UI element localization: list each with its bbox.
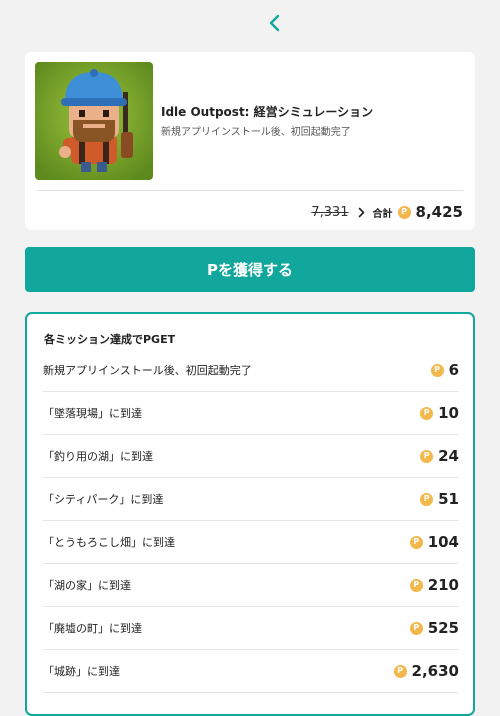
mission-row: 「城跡」に到達 P 2,630 bbox=[43, 650, 459, 693]
mission-name: 「廃墟の町」に到達 bbox=[43, 622, 142, 635]
mission-row: 「湖の家」に到達 P 210 bbox=[43, 564, 459, 607]
top-bar bbox=[0, 0, 500, 48]
mission-points: 104 bbox=[427, 533, 459, 551]
point-coin-icon: P bbox=[420, 406, 434, 420]
mission-reward: P 6 bbox=[430, 361, 459, 379]
mission-points: 525 bbox=[427, 619, 459, 637]
mission-reward: P 525 bbox=[409, 619, 459, 637]
app-title: Idle Outpost: 経営シミュレーション bbox=[161, 105, 374, 119]
point-coin-icon: P bbox=[393, 664, 407, 678]
point-coin-icon: P bbox=[420, 492, 434, 506]
mission-reward: P 10 bbox=[420, 404, 459, 422]
back-button[interactable] bbox=[262, 10, 288, 36]
mission-name: 「釣り用の湖」に到達 bbox=[43, 450, 153, 463]
mission-points: 10 bbox=[438, 404, 459, 422]
mission-points: 6 bbox=[448, 361, 459, 379]
mission-reward: P 104 bbox=[409, 533, 459, 551]
missions-header: 各ミッション達成でPGET bbox=[44, 333, 176, 346]
mission-name: 「城跡」に到達 bbox=[43, 665, 120, 678]
mission-points: 51 bbox=[438, 490, 459, 508]
mission-list: 新規アプリインストール後、初回起動完了 P 6 「墜落現場」に到達 P 10 「… bbox=[43, 349, 459, 693]
app-card: Idle Outpost: 経営シミュレーション 新規アプリインストール後、初回… bbox=[25, 52, 475, 230]
mission-points: 2,630 bbox=[411, 662, 459, 680]
points-summary: 7,331 合計 P 8,425 bbox=[311, 200, 463, 224]
total-points: 8,425 bbox=[415, 203, 463, 221]
point-coin-icon: P bbox=[409, 578, 423, 592]
missions-card: 各ミッション達成でPGET 新規アプリインストール後、初回起動完了 P 6 「墜… bbox=[25, 312, 475, 716]
mission-row: 「廃墟の町」に到達 P 525 bbox=[43, 607, 459, 650]
app-subtitle: 新規アプリインストール後、初回起動完了 bbox=[161, 127, 351, 138]
mission-row: 「とうもろこし畑」に到達 P 104 bbox=[43, 521, 459, 564]
mission-reward: P 2,630 bbox=[393, 662, 459, 680]
mission-name: 「とうもろこし畑」に到達 bbox=[43, 536, 175, 549]
chevron-right-icon bbox=[358, 207, 365, 218]
mission-row: 新規アプリインストール後、初回起動完了 P 6 bbox=[43, 349, 459, 392]
point-coin-icon: P bbox=[397, 205, 411, 219]
mission-name: 「湖の家」に到達 bbox=[43, 579, 131, 592]
mission-name: 「墜落現場」に到達 bbox=[43, 407, 142, 420]
divider bbox=[37, 190, 463, 191]
mission-row: 「釣り用の湖」に到達 P 24 bbox=[43, 435, 459, 478]
mission-reward: P 51 bbox=[420, 490, 459, 508]
mission-name: 「シティパーク」に到達 bbox=[43, 493, 164, 506]
get-points-button[interactable]: Pを獲得する bbox=[25, 247, 475, 292]
mission-points: 24 bbox=[438, 447, 459, 465]
point-coin-icon: P bbox=[409, 535, 423, 549]
point-coin-icon: P bbox=[420, 449, 434, 463]
old-total: 7,331 bbox=[311, 204, 349, 220]
mission-row: 「墜落現場」に到達 P 10 bbox=[43, 392, 459, 435]
point-coin-icon: P bbox=[409, 621, 423, 635]
point-coin-icon: P bbox=[430, 363, 444, 377]
mission-row: 「シティパーク」に到達 P 51 bbox=[43, 478, 459, 521]
mission-reward: P 210 bbox=[409, 576, 459, 594]
chevron-left-icon bbox=[269, 14, 280, 32]
app-icon bbox=[35, 62, 153, 180]
total-label: 合計 bbox=[372, 208, 393, 220]
mission-points: 210 bbox=[427, 576, 459, 594]
mission-reward: P 24 bbox=[420, 447, 459, 465]
mission-name: 新規アプリインストール後、初回起動完了 bbox=[43, 364, 252, 377]
